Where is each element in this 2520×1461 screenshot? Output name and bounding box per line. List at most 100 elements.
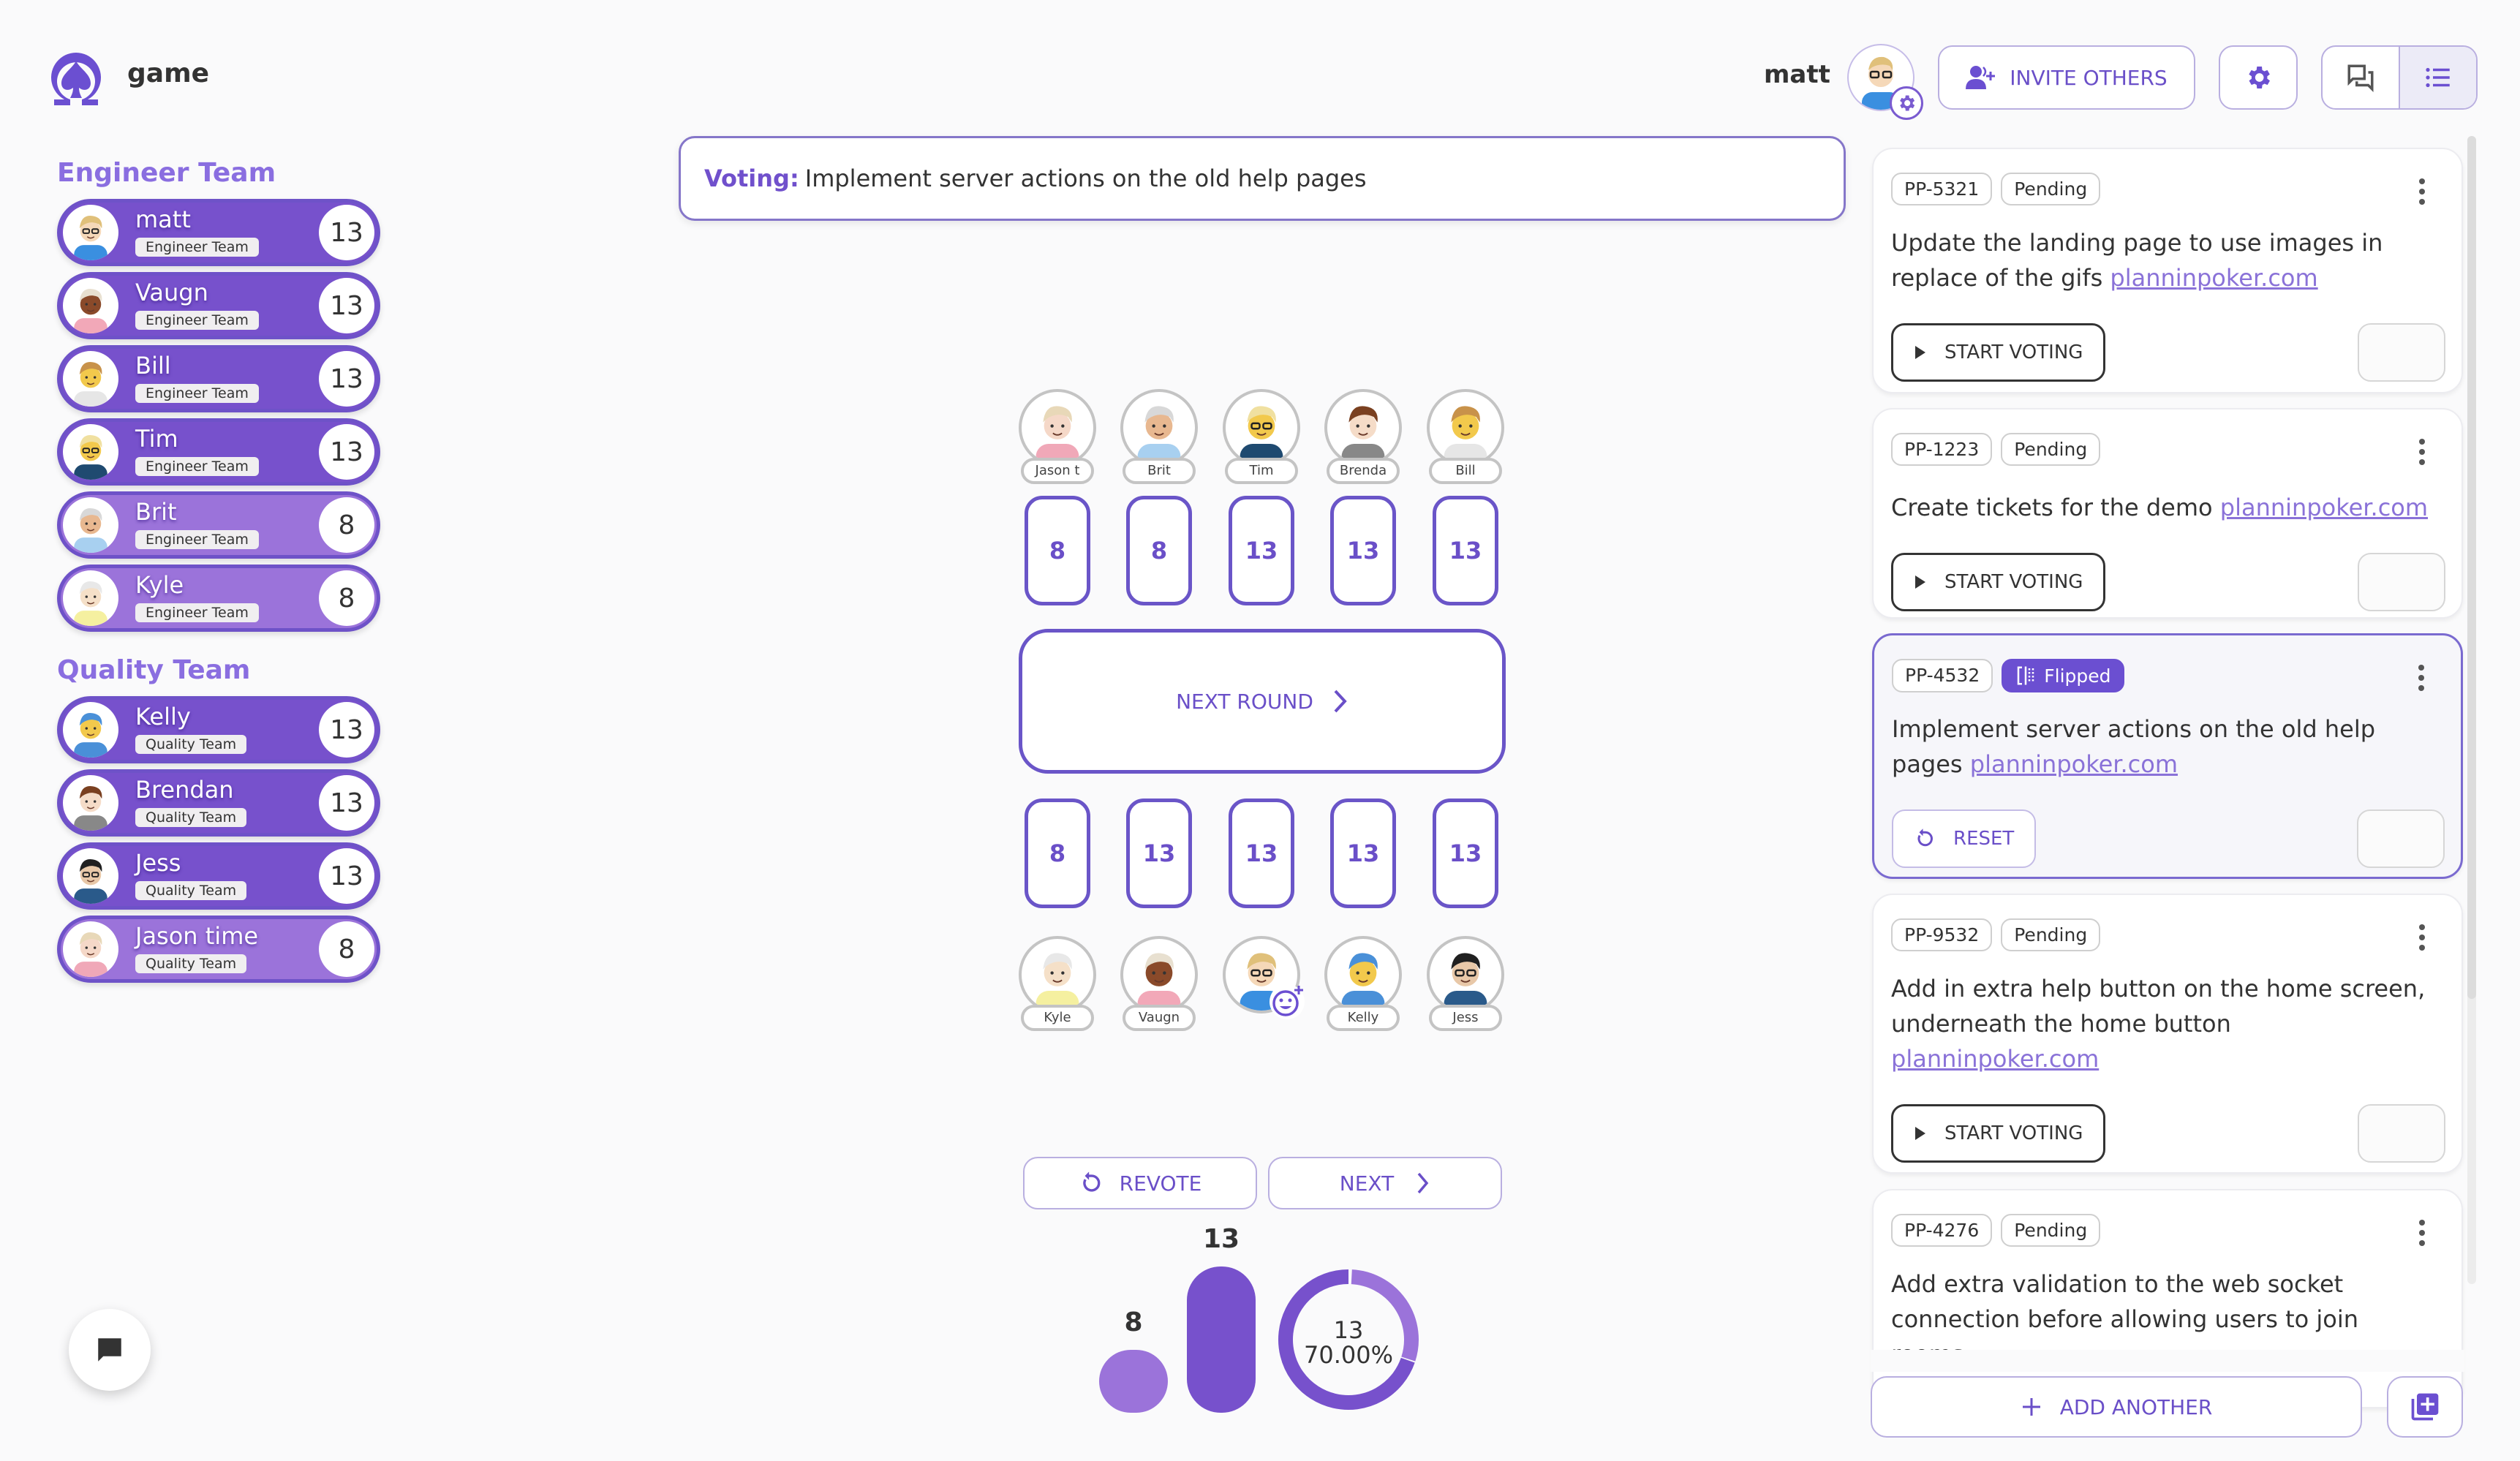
chat-button[interactable]: [69, 1309, 151, 1391]
player-team-badge: Engineer Team: [135, 603, 259, 622]
story-menu-button[interactable]: [2418, 437, 2426, 469]
start-voting-button[interactable]: START VOTING: [1891, 553, 2106, 611]
next-button[interactable]: NEXT: [1268, 1157, 1502, 1209]
story-link[interactable]: planninpoker.com: [1970, 750, 2178, 778]
story-estimate-input[interactable]: [2358, 323, 2445, 382]
person-avatar-icon: [74, 362, 107, 407]
story-menu-button[interactable]: [2418, 923, 2426, 955]
story-status-label: Pending: [2014, 1220, 2088, 1241]
more-vert-icon[interactable]: [2418, 1218, 2426, 1247]
bar-label-13: 13: [1202, 1224, 1240, 1254]
list-view-toggle[interactable]: [2399, 47, 2476, 108]
stories-scroll-thumb[interactable]: [2467, 136, 2476, 999]
player-row-kyle[interactable]: Kyle Engineer Team 8: [57, 565, 380, 632]
story-description: Update the landing page to use images in…: [1891, 225, 2432, 295]
more-vert-icon[interactable]: [2418, 177, 2426, 206]
app-logo[interactable]: [45, 47, 107, 108]
more-vert-icon[interactable]: [2418, 923, 2426, 952]
player-row-brendan[interactable]: Brendan Quality Team 13: [57, 769, 380, 837]
story-estimate-input[interactable]: [2358, 1104, 2445, 1163]
list-icon: [2426, 67, 2450, 88]
reset-button[interactable]: RESET: [1892, 809, 2037, 868]
story-link[interactable]: planninpoker.com: [1891, 1045, 2099, 1073]
story-link[interactable]: planninpoker.com: [2220, 494, 2428, 521]
seat-kelly: Kelly: [1323, 936, 1403, 1031]
more-vert-icon[interactable]: [2417, 663, 2426, 692]
played-card: 13: [1229, 496, 1294, 605]
add-another-button[interactable]: ADD ANOTHER: [1871, 1376, 2362, 1438]
player-vote: 8: [319, 570, 374, 626]
story-action-label: START VOTING: [1944, 571, 2083, 593]
player-row-jess[interactable]: Jess Quality Team 13: [57, 842, 380, 910]
chat-icon: [98, 1338, 121, 1362]
revote-button[interactable]: REVOTE: [1023, 1157, 1257, 1209]
played-card: 8: [1025, 496, 1090, 605]
player-team-badge: Quality Team: [135, 808, 247, 827]
played-card: 13: [1330, 799, 1396, 908]
avatar: [63, 921, 118, 977]
more-vert-icon[interactable]: [2418, 437, 2426, 467]
avatar: [1120, 389, 1198, 467]
play-icon: [1915, 1127, 1925, 1140]
story-status: Pending: [2001, 918, 2101, 951]
voting-story-title: Implement server actions on the old help…: [804, 165, 1367, 192]
start-voting-button[interactable]: START VOTING: [1891, 323, 2106, 382]
story-card[interactable]: PP-4276 Pending Add extra validation to …: [1872, 1189, 2463, 1408]
seat-name: Brit: [1123, 458, 1196, 484]
story-card[interactable]: PP-5321 Pending Update the landing page …: [1872, 148, 2463, 393]
person-avatar-icon: [74, 435, 107, 480]
bulk-add-button[interactable]: [2387, 1376, 2463, 1438]
person-avatar-icon: [74, 289, 107, 333]
story-card[interactable]: PP-1223 Pending Create tickets for the d…: [1872, 408, 2463, 619]
player-row-tim[interactable]: Tim Engineer Team 13: [57, 418, 380, 486]
player-row-jason-time[interactable]: Jason time Quality Team 8: [57, 916, 380, 983]
player-row-vaugn[interactable]: Vaugn Engineer Team 13: [57, 272, 380, 339]
player-team-badge: Engineer Team: [135, 311, 259, 330]
seat-name: Kyle: [1021, 1005, 1094, 1031]
avatar: [63, 205, 118, 260]
chat-view-toggle[interactable]: [2323, 47, 2399, 108]
avatar: [63, 497, 118, 553]
gear-icon: [1890, 86, 1923, 120]
user-avatar-button[interactable]: [1847, 44, 1923, 120]
player-row-kelly[interactable]: Kelly Quality Team 13: [57, 696, 380, 763]
view-toggle: [2321, 45, 2478, 110]
player-vote: 13: [319, 424, 374, 480]
avatar: [1120, 936, 1198, 1013]
story-chips: PP-9532 Pending: [1891, 918, 2101, 951]
invite-others-button[interactable]: INVITE OTHERS: [1938, 45, 2195, 110]
seat-name: Kelly: [1327, 1005, 1400, 1031]
seat-tim: Tim: [1221, 389, 1302, 484]
story-menu-button[interactable]: [2418, 177, 2426, 209]
seat-brit: Brit: [1119, 389, 1199, 484]
next-round-button[interactable]: NEXT ROUND: [1019, 629, 1506, 774]
story-menu-button[interactable]: [2418, 1218, 2426, 1250]
player-name: Kelly: [135, 703, 191, 730]
player-team-badge: Quality Team: [135, 954, 247, 973]
player-name: Tim: [135, 425, 178, 453]
story-menu-button[interactable]: [2417, 663, 2426, 695]
chevron-right-icon: [1417, 1172, 1429, 1194]
story-description: Create tickets for the demo planninpoker…: [1891, 490, 2432, 525]
person-avatar-icon: [74, 786, 107, 831]
story-link[interactable]: planninpoker.com: [2110, 264, 2317, 292]
avatar: [63, 775, 118, 831]
story-estimate-input[interactable]: [2357, 809, 2445, 868]
person-avatar-icon: [1137, 406, 1181, 464]
spade-logo-icon: [51, 53, 101, 105]
player-row-bill[interactable]: Bill Engineer Team 13: [57, 345, 380, 412]
player-row-matt[interactable]: matt Engineer Team 13: [57, 199, 380, 266]
settings-button[interactable]: [2219, 45, 2298, 110]
start-voting-button[interactable]: START VOTING: [1891, 1104, 2106, 1163]
seat-name: Jess: [1429, 1005, 1502, 1031]
player-name: Jason time: [135, 922, 259, 950]
player-row-brit[interactable]: Brit Engineer Team 8: [57, 491, 380, 559]
seat-name: Vaugn: [1123, 1005, 1196, 1031]
emoji-add-icon[interactable]: [1270, 984, 1305, 1019]
seat-brenda: Brenda: [1323, 389, 1403, 484]
story-card[interactable]: PP-9532 Pending Add in extra help button…: [1872, 894, 2463, 1174]
story-card[interactable]: PP-4532 Flipped Implement server actions…: [1872, 633, 2463, 879]
story-id: PP-9532: [1891, 918, 1993, 951]
player-name: matt: [135, 205, 191, 233]
story-estimate-input[interactable]: [2358, 553, 2445, 611]
